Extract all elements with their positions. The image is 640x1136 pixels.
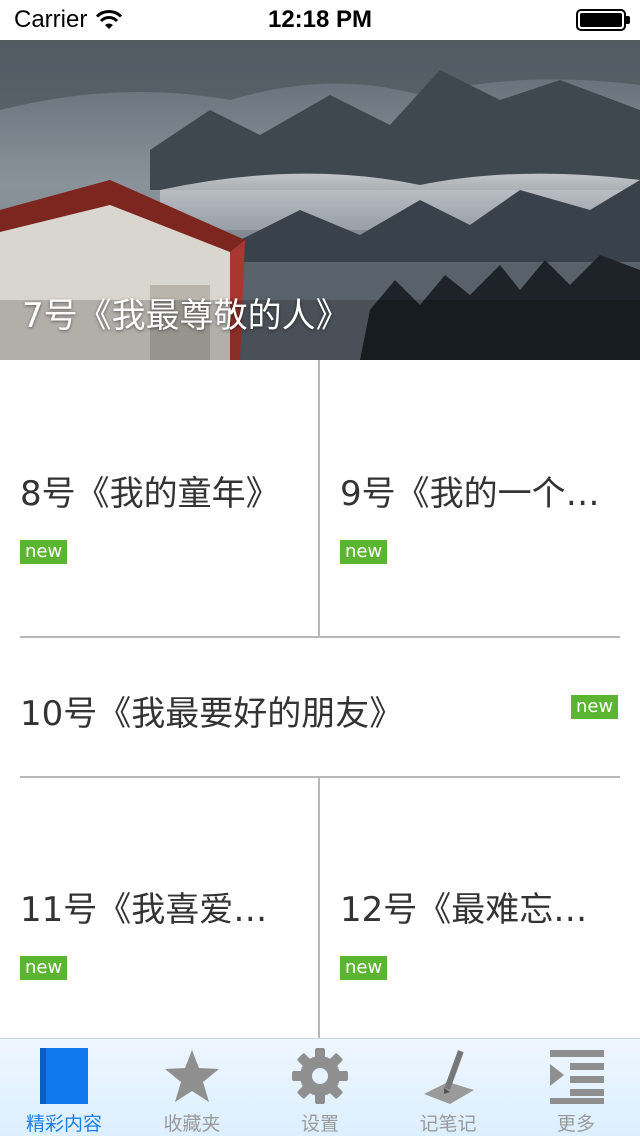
hero-banner[interactable]: 7号《我最尊敬的人》 bbox=[0, 40, 640, 360]
tab-label: 精彩内容 bbox=[25, 1113, 102, 1135]
item-title: 10号《我最要好的朋友》 bbox=[20, 694, 404, 734]
list-item[interactable]: 9号《我的一个… new bbox=[320, 360, 640, 636]
item-title: 12号《最难忘… bbox=[340, 890, 588, 930]
star-icon bbox=[160, 1045, 224, 1107]
divider bbox=[318, 778, 320, 1038]
item-title: 8号《我的童年》 bbox=[20, 474, 280, 514]
new-badge: new bbox=[571, 695, 619, 719]
list-item[interactable]: 12号《最难忘… new bbox=[320, 778, 640, 1038]
carrier-label: Carrier bbox=[14, 6, 88, 33]
tab-bar: 精彩内容 收藏夹 设置 记笔记 更多 bbox=[0, 1038, 640, 1136]
book-icon bbox=[32, 1045, 96, 1107]
hero-title: 7号《我最尊敬的人》 bbox=[22, 296, 350, 336]
divider bbox=[318, 360, 320, 636]
new-badge: new bbox=[340, 540, 388, 564]
gear-icon bbox=[288, 1045, 352, 1107]
tab-featured[interactable]: 精彩内容 bbox=[0, 1039, 128, 1136]
item-title: 9号《我的一个… bbox=[340, 474, 600, 514]
tab-label: 更多 bbox=[556, 1113, 595, 1135]
tab-favorites[interactable]: 收藏夹 bbox=[128, 1039, 256, 1136]
tab-notes[interactable]: 记笔记 bbox=[384, 1039, 512, 1136]
wifi-icon bbox=[96, 10, 123, 29]
tab-settings[interactable]: 设置 bbox=[256, 1039, 384, 1136]
status-bar: Carrier 12:18 PM bbox=[0, 0, 640, 40]
battery-icon bbox=[576, 9, 630, 31]
new-badge: new bbox=[340, 956, 388, 980]
tab-more[interactable]: 更多 bbox=[512, 1039, 640, 1136]
more-list-icon bbox=[544, 1045, 608, 1107]
list-item[interactable]: 10号《我最要好的朋友》 new bbox=[0, 638, 640, 776]
list-item[interactable]: 11号《我喜爱… new bbox=[0, 778, 318, 1038]
status-left: Carrier bbox=[14, 6, 123, 34]
pen-icon bbox=[416, 1045, 480, 1107]
new-badge: new bbox=[20, 956, 68, 980]
item-title: 11号《我喜爱… bbox=[20, 890, 268, 930]
tab-label: 记笔记 bbox=[419, 1113, 477, 1135]
list-item[interactable]: 8号《我的童年》 new bbox=[0, 360, 318, 636]
new-badge: new bbox=[20, 540, 68, 564]
tab-label: 设置 bbox=[300, 1113, 339, 1135]
tab-label: 收藏夹 bbox=[163, 1113, 221, 1135]
